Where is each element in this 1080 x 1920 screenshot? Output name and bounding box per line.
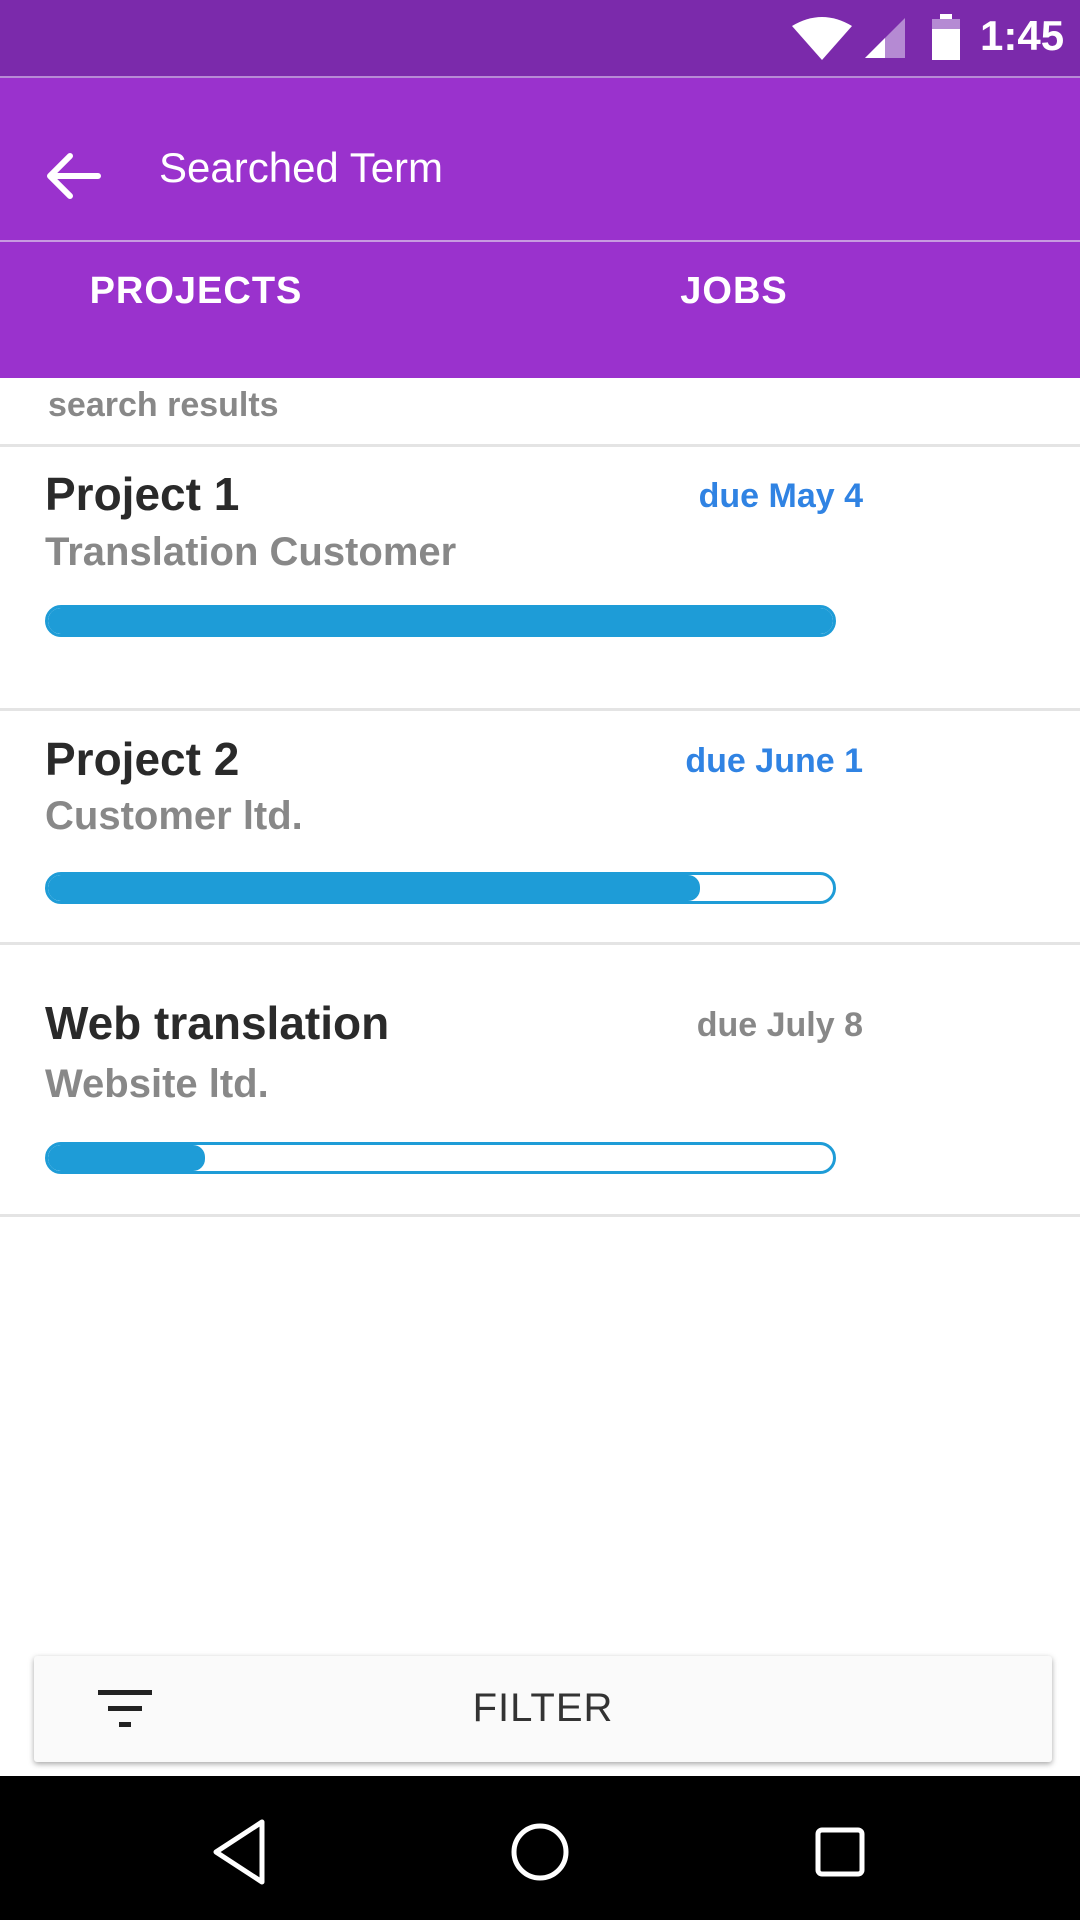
wifi-icon [792,17,852,60]
app-bar: Searched Term [0,78,1080,240]
battery-icon [932,14,960,60]
due-date: due May 4 [698,477,863,515]
signal-icon [865,18,905,58]
tab-bar: PROJECTS JOBS [0,242,1080,378]
home-circle-icon[interactable] [500,1812,580,1892]
filter-label: FILTER [472,1686,614,1730]
progress-fill [48,608,833,634]
progress-bar [45,605,836,637]
search-results-label: search results [48,386,279,424]
due-date: due June 1 [685,742,863,780]
tab-projects-label: PROJECTS [89,270,303,312]
list-divider [0,1214,1080,1217]
project-card[interactable]: Project 1 due May 4 Translation Customer [0,447,1080,711]
tab-jobs-label: JOBS [680,270,788,312]
project-customer: Customer ltd. [45,794,303,838]
project-name: Project 2 [45,733,240,785]
tab-jobs[interactable]: JOBS [540,242,1080,378]
project-name: Web translation [45,997,390,1049]
progress-bar [45,872,836,904]
recents-square-icon[interactable] [800,1812,880,1892]
arrow-left-icon[interactable] [44,146,104,206]
due-date: due July 8 [696,1006,863,1044]
progress-fill [48,1145,205,1171]
progress-bar [45,1142,836,1174]
tab-projects[interactable]: PROJECTS [0,242,540,378]
back-triangle-icon[interactable] [200,1812,280,1892]
project-card[interactable]: Project 2 due June 1 Customer ltd. [0,676,1080,945]
page-title: Searched Term [159,144,444,191]
progress-fill [48,875,700,901]
project-name: Project 1 [45,468,240,520]
status-bar: 1:45 [0,0,1080,76]
system-nav-bar [0,1776,1080,1920]
project-customer: Website ltd. [45,1062,269,1106]
project-customer: Translation Customer [45,530,457,574]
filter-button[interactable]: FILTER [34,1656,1052,1762]
status-time: 1:45 [980,12,1065,59]
project-card[interactable]: Web translation due July 8 Website ltd. [0,945,1080,1217]
